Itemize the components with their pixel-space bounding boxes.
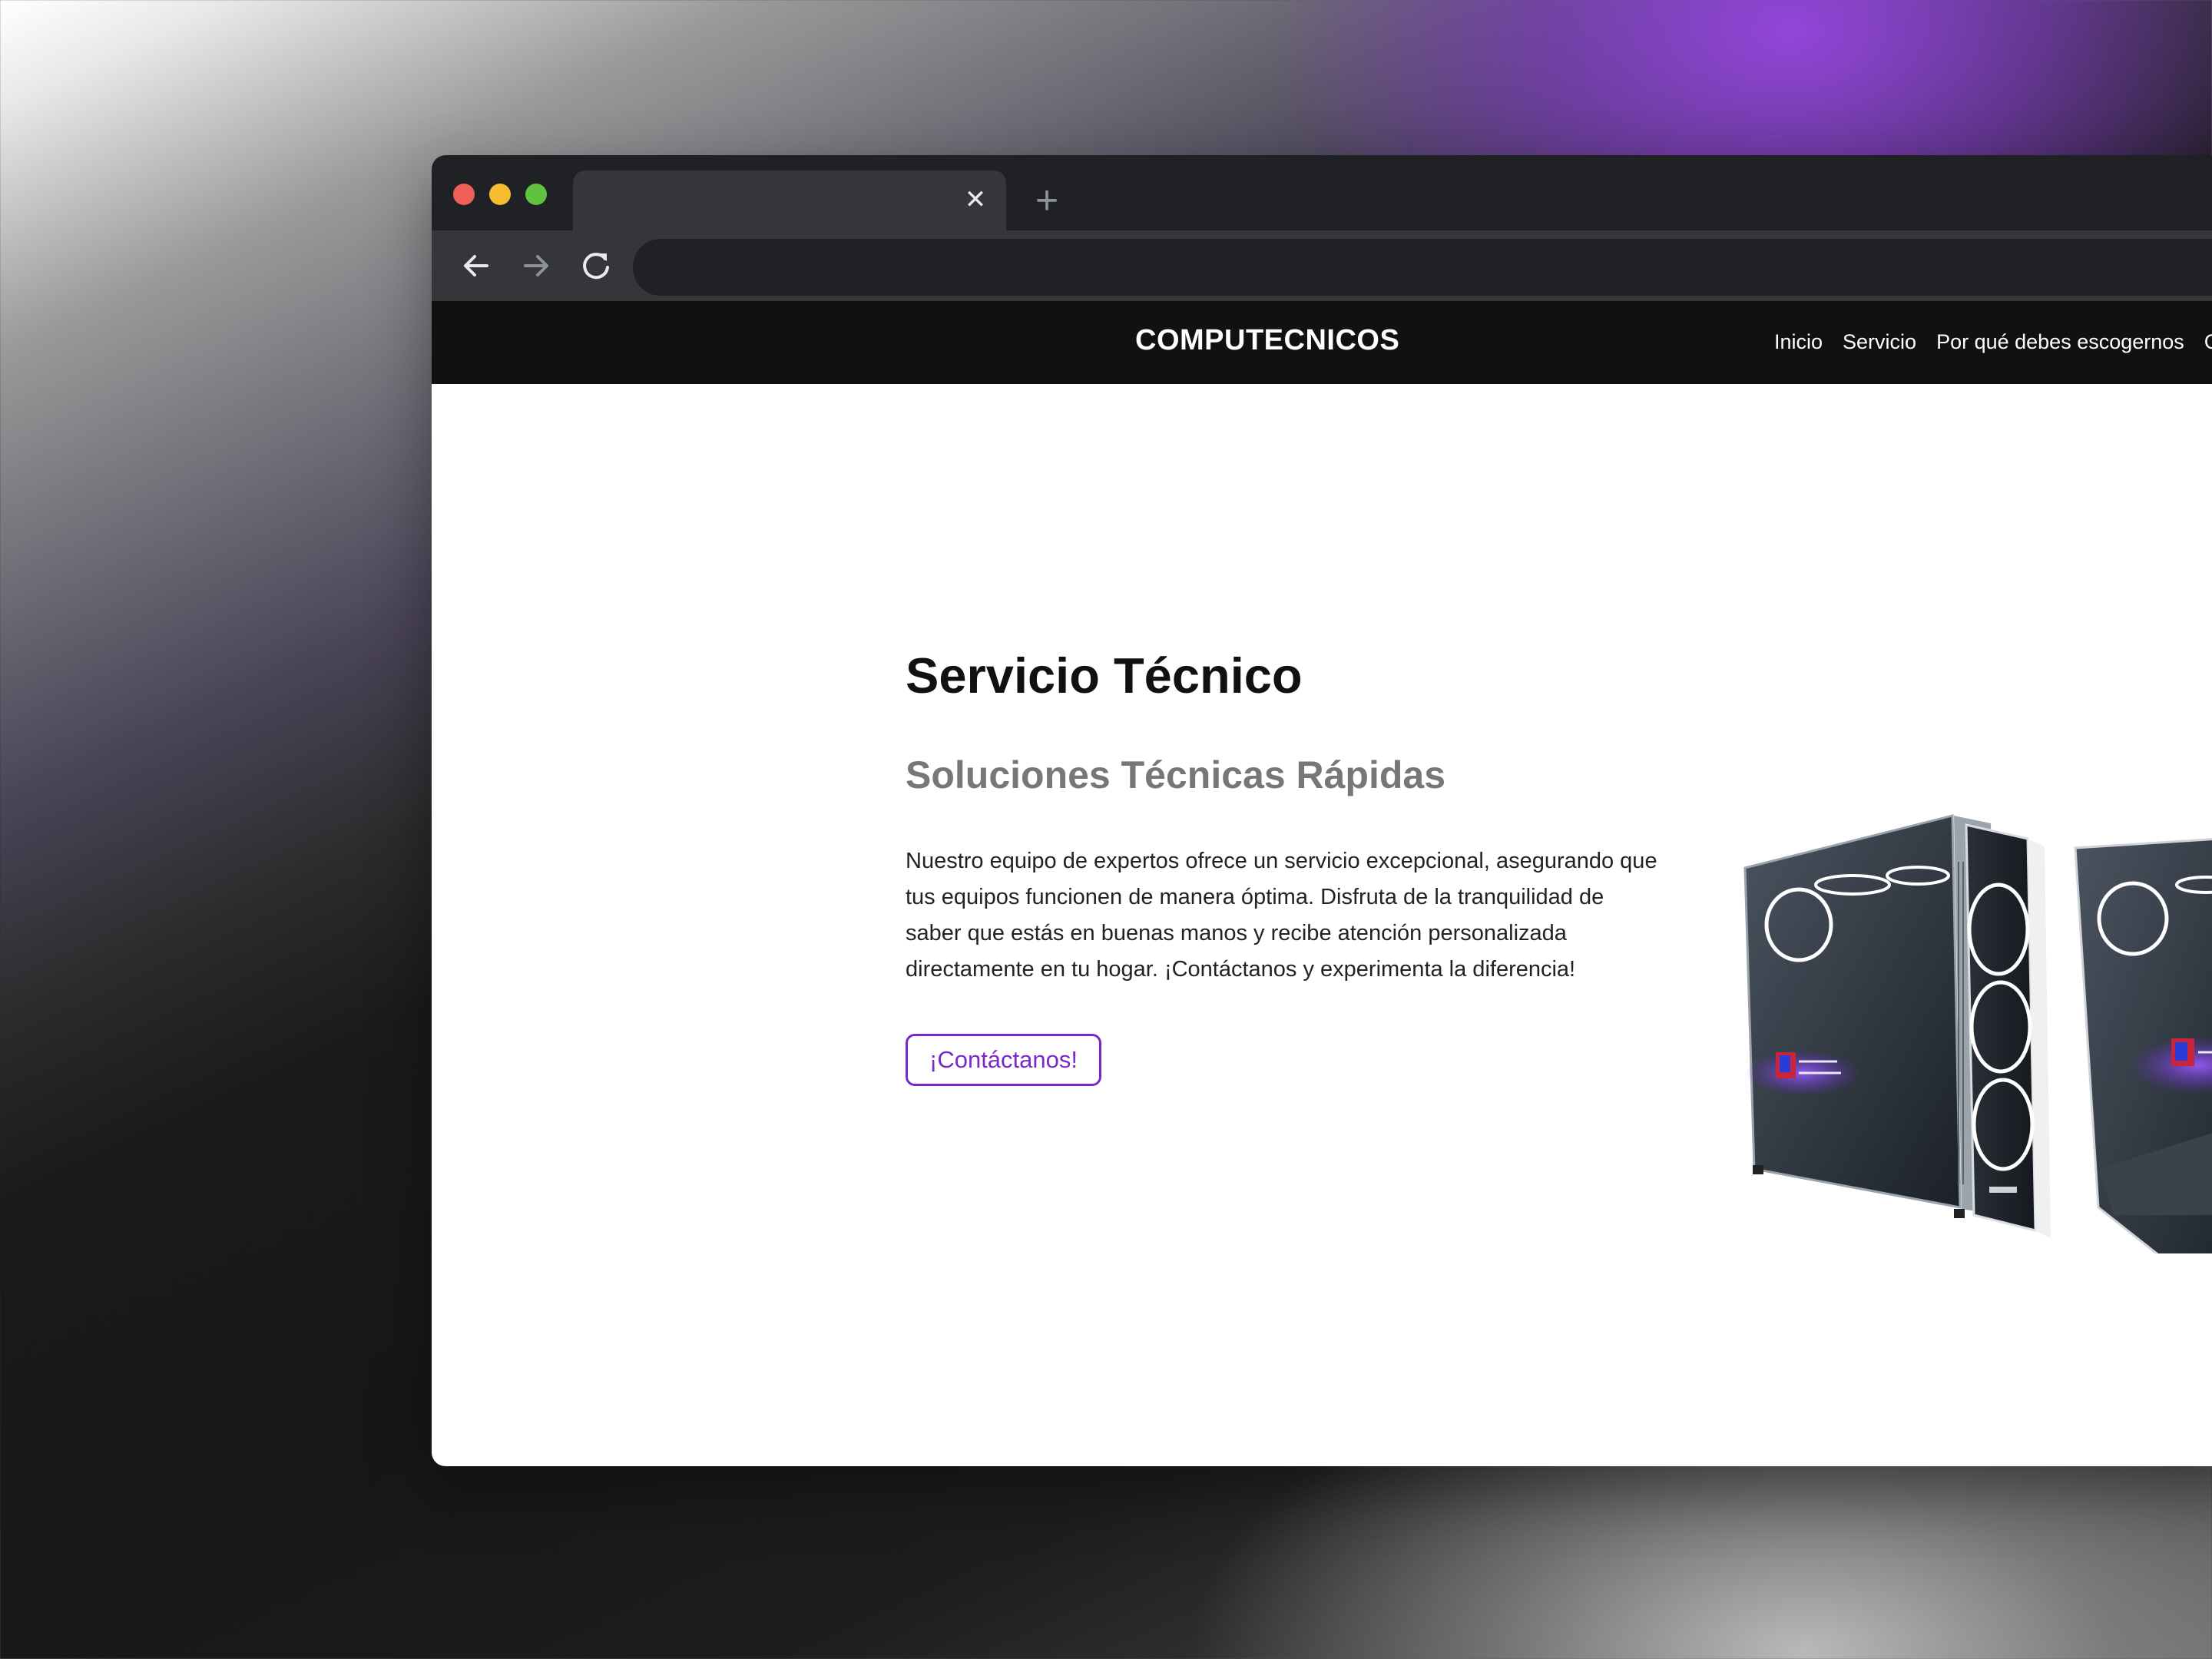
browser-titlebar: ✕ + (432, 155, 2212, 230)
close-window-button[interactable] (453, 184, 475, 205)
browser-window: ✕ + COMPUTECNICOS Inicio Servicio Por qué … (432, 155, 2212, 1466)
close-icon[interactable]: ✕ (960, 184, 991, 215)
plus-icon[interactable]: + (1028, 180, 1066, 220)
nav-link-truncated[interactable]: C (2204, 330, 2212, 353)
pc-cases-image (1743, 814, 2212, 1253)
hero-title: Servicio Técnico (906, 647, 1303, 704)
reload-icon[interactable] (575, 244, 618, 287)
arrow-right-icon[interactable] (515, 244, 558, 287)
hero-subtitle: Soluciones Técnicas Rápidas (906, 753, 1446, 796)
arrow-left-icon[interactable] (455, 244, 498, 287)
browser-toolbar (432, 230, 2212, 301)
minimize-window-button[interactable] (489, 184, 511, 205)
nav-link-servicio[interactable]: Servicio (1843, 330, 1916, 353)
nav-menu: Inicio Servicio Por qué debes escogernos C (1774, 330, 2212, 354)
address-bar[interactable] (633, 239, 2212, 296)
site-navbar: COMPUTECNICOS Inicio Servicio Por qué debe… (432, 301, 2212, 384)
nav-link-inicio[interactable]: Inicio (1774, 330, 1823, 353)
browser-tab[interactable]: ✕ (573, 171, 1006, 230)
maximize-window-button[interactable] (525, 184, 547, 205)
hero-description: Nuestro equipo de expertos ofrece un ser… (906, 849, 1657, 982)
contact-button[interactable]: ¡Contáctanos! (906, 1034, 1101, 1086)
site-brand[interactable]: COMPUTECNICOS (1135, 324, 1399, 357)
nav-link-por-que[interactable]: Por qué debes escogernos (1936, 330, 2184, 353)
